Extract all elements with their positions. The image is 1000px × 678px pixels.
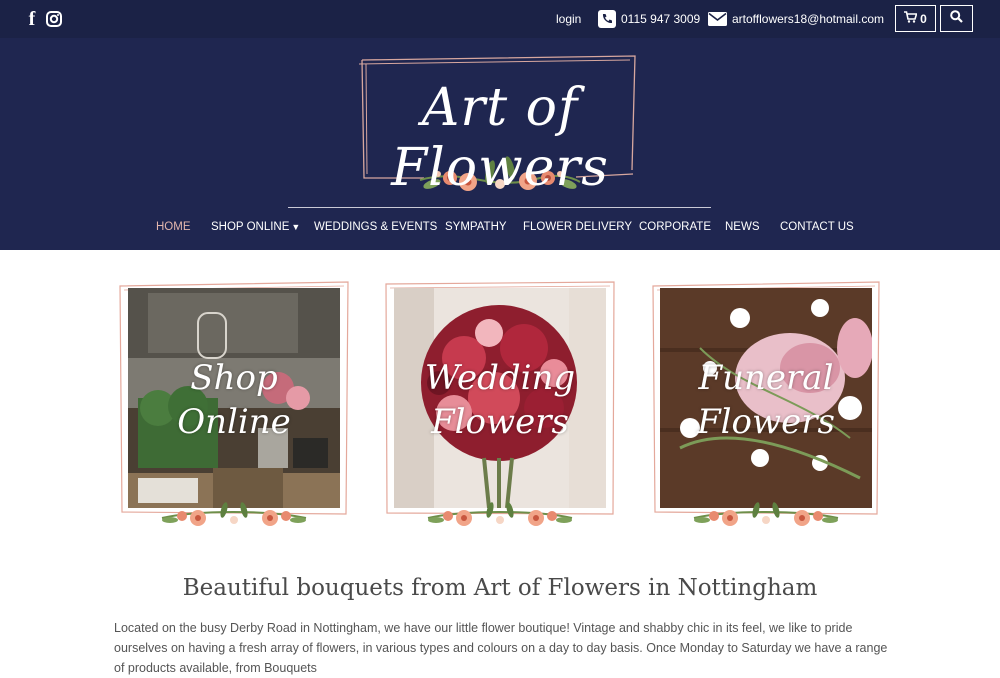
top-bar: f login 0115 947 3009 artofflowers18@hot… — [0, 0, 1000, 38]
card-title-line: Flowers — [697, 402, 835, 442]
nav-contact-us[interactable]: CONTACT US — [780, 221, 854, 233]
search-icon — [950, 9, 963, 28]
cart-count: 0 — [920, 11, 927, 26]
funeral-flowers-card[interactable]: Funeral Flowers — [650, 280, 882, 530]
email-link[interactable]: artofflowers18@hotmail.com — [732, 12, 884, 26]
phone-number[interactable]: 0115 947 3009 — [621, 12, 700, 26]
nav-sympathy[interactable]: SYMPATHY — [445, 221, 507, 233]
nav-corporate[interactable]: CORPORATE — [639, 221, 711, 233]
nav-shop-online[interactable]: SHOP ONLINE ▼ — [211, 221, 300, 233]
shop-online-title: Shop Online — [128, 356, 340, 444]
intro-paragraph: Located on the busy Derby Road in Nottin… — [114, 621, 888, 675]
search-button[interactable] — [940, 5, 973, 32]
site-header: Art of Flowers HOME SHOP ONLINE ▼ WEDDING… — [0, 38, 1000, 250]
logo-text: Art of Flowers — [391, 78, 609, 198]
cart-button[interactable]: 0 — [895, 5, 936, 32]
wedding-flowers-title: Wedding Flowers — [394, 356, 606, 444]
flower-garland-icon — [427, 502, 573, 526]
nav-shop-online-label: SHOP ONLINE — [211, 221, 290, 233]
cart-icon — [904, 11, 918, 26]
caret-down-icon: ▼ — [291, 222, 301, 232]
phone-icon — [598, 10, 616, 28]
facebook-icon[interactable]: f — [22, 8, 42, 30]
card-title-line: Shop — [190, 358, 278, 398]
main-nav: HOME SHOP ONLINE ▼ WEDDINGS & EVENTS SYMP… — [0, 221, 1000, 241]
card-title-line: Funeral — [698, 358, 834, 398]
login-link[interactable]: login — [556, 12, 581, 26]
header-divider — [288, 207, 711, 208]
page-headline: Beautiful bouquets from Art of Flowers i… — [182, 575, 818, 601]
instagram-icon[interactable] — [44, 9, 64, 29]
nav-news[interactable]: NEWS — [725, 221, 760, 233]
card-title-line: Wedding — [424, 358, 576, 398]
wedding-flowers-card[interactable]: Wedding Flowers — [384, 280, 616, 530]
envelope-icon — [708, 12, 727, 30]
card-title-line: Flowers — [431, 402, 569, 442]
nav-flower-delivery[interactable]: FLOWER DELIVERY — [523, 221, 632, 233]
shop-online-card[interactable]: Shop Online — [118, 280, 350, 530]
funeral-flowers-title: Funeral Flowers — [660, 356, 872, 444]
card-title-line: Online — [177, 402, 291, 442]
site-logo[interactable]: Art of Flowers — [340, 50, 660, 200]
nav-home[interactable]: HOME — [156, 221, 191, 233]
nav-weddings-events[interactable]: WEDDINGS & EVENTS — [314, 221, 437, 233]
flower-garland-icon — [693, 502, 839, 526]
flower-garland-icon — [161, 502, 307, 526]
